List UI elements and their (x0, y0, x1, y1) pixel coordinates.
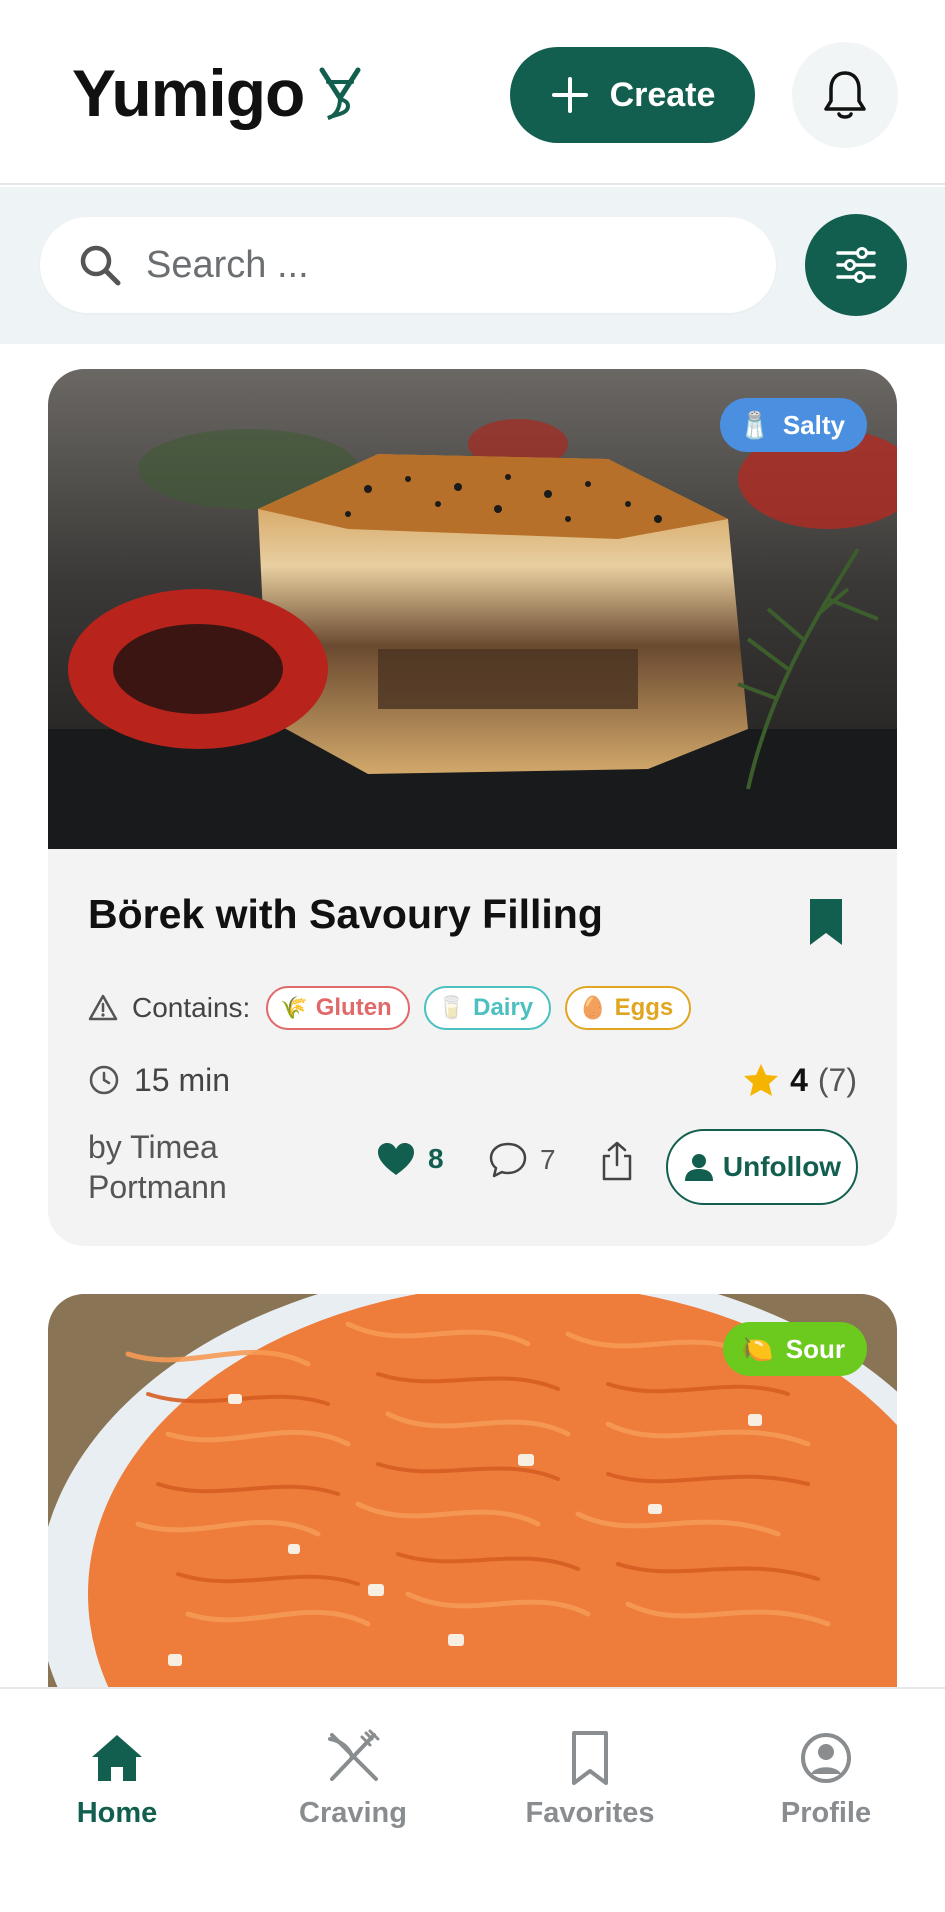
taste-badge: 🧂 Salty (720, 398, 867, 452)
search-section (0, 187, 945, 344)
search-icon (80, 245, 121, 286)
comment-count: 7 (540, 1144, 556, 1175)
plus-icon (551, 77, 588, 113)
filter-button[interactable] (805, 214, 907, 316)
rating-count: (7) (817, 1061, 857, 1098)
user-icon (684, 1154, 713, 1181)
author-name[interactable]: by Timea Portmann (88, 1127, 288, 1207)
recipe-card[interactable]: 🍋 Sour (48, 1294, 897, 1694)
sliders-icon (836, 247, 876, 283)
search-input[interactable] (146, 243, 706, 287)
nav-craving[interactable]: Craving (253, 1727, 453, 1830)
salt-shaker-icon: 🧂 (738, 409, 771, 440)
nav-favorites[interactable]: Favorites (490, 1727, 690, 1830)
allergen-badge: 🌾 Gluten (266, 986, 410, 1030)
bottom-navigation: Home Craving Favorites Profile (0, 1687, 945, 1912)
like-count: 8 (428, 1143, 444, 1174)
rating-value: 4 (790, 1061, 808, 1098)
logo-sprout-icon (319, 67, 361, 120)
fork-knife-icon (328, 1729, 380, 1781)
bookmark-button[interactable] (806, 897, 846, 947)
app-name: Yumigo (72, 56, 305, 130)
profile-icon (801, 1733, 851, 1783)
allergens-row: Contains: 🌾 Gluten 🥛 Dairy 🥚 Eggs (88, 985, 705, 1031)
comment-button[interactable]: 7 (488, 1141, 556, 1179)
recipe-image[interactable]: 🧂 Salty (48, 369, 897, 849)
nav-home[interactable]: Home (17, 1727, 217, 1830)
nav-label: Home (76, 1797, 158, 1829)
create-button[interactable]: Create (510, 47, 755, 143)
bookmark-icon (572, 1731, 608, 1785)
lemon-icon: 🍋 (741, 1333, 774, 1364)
unfollow-label: Unfollow (722, 1151, 842, 1182)
allergen-badge: 🥚 Eggs (565, 986, 692, 1030)
allergen-label: Eggs (614, 994, 674, 1021)
allergen-badge: 🥛 Dairy (423, 986, 552, 1030)
wheat-icon: 🌾 (280, 995, 308, 1020)
rating: 4 (7) (742, 1057, 857, 1103)
share-icon (602, 1141, 632, 1181)
star-icon (744, 1064, 779, 1096)
milk-icon: 🥛 (437, 995, 466, 1020)
taste-label: Salty (782, 409, 845, 440)
app-header: Yumigo Create (0, 0, 945, 185)
nav-label: Craving (299, 1797, 407, 1829)
allergen-label: Gluten (315, 994, 392, 1021)
time-value: 15 min (134, 1061, 231, 1098)
warning-icon (88, 994, 118, 1021)
notifications-button[interactable] (792, 42, 898, 148)
recipe-title[interactable]: Börek with Savoury Filling (88, 891, 603, 938)
nav-label: Profile (780, 1797, 872, 1829)
allergen-label: Dairy (473, 994, 534, 1021)
app-logo: Yumigo (72, 55, 362, 131)
share-button[interactable] (600, 1141, 634, 1186)
like-button[interactable]: 8 (376, 1141, 444, 1177)
nav-profile[interactable]: Profile (726, 1727, 926, 1830)
clock-icon (89, 1065, 119, 1095)
egg-icon: 🥚 (579, 995, 607, 1020)
taste-badge: 🍋 Sour (723, 1322, 867, 1376)
heart-icon (378, 1143, 414, 1175)
unfollow-button[interactable]: Unfollow (666, 1129, 858, 1205)
bell-icon (824, 71, 866, 119)
recipe-card[interactable]: 🧂 Salty Börek with Savoury Filling Conta… (48, 369, 897, 1246)
search-bar[interactable] (40, 217, 776, 313)
comment-icon (489, 1142, 527, 1178)
nav-label: Favorites (525, 1797, 655, 1829)
taste-label: Sour (785, 1333, 845, 1364)
create-label: Create (609, 75, 716, 114)
contains-label: Contains: (132, 992, 251, 1023)
home-icon (92, 1735, 142, 1781)
prep-time: 15 min (88, 1057, 230, 1103)
